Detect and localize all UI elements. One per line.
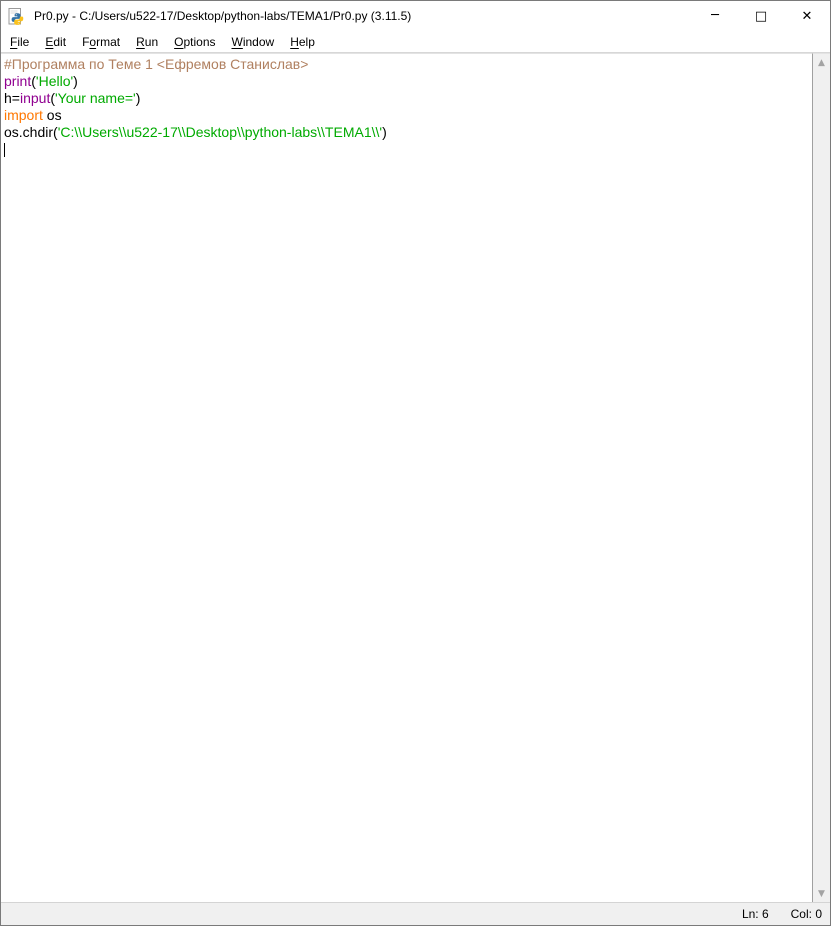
code-token-builtin: print bbox=[4, 73, 31, 89]
code-token-builtin: input bbox=[20, 90, 50, 106]
idle-editor-window: Pr0.py - C:/Users/u522-17/Desktop/python… bbox=[0, 0, 831, 926]
code-line: import os bbox=[4, 107, 812, 124]
vertical-scrollbar[interactable]: ▲ ▼ bbox=[813, 53, 830, 902]
code-token-plain: ) bbox=[73, 73, 78, 89]
code-line: #Программа по Теме 1 <Ефремов Станислав> bbox=[4, 56, 812, 73]
code-token-keyword: import bbox=[4, 107, 43, 123]
code-editor[interactable]: #Программа по Теме 1 <Ефремов Станислав>… bbox=[1, 53, 813, 902]
menu-item-format[interactable]: Format bbox=[74, 32, 128, 52]
menu-item-window[interactable]: Window bbox=[224, 32, 283, 52]
menu-item-help[interactable]: Help bbox=[282, 32, 323, 52]
window-controls: ─ □ ✕ bbox=[692, 1, 830, 31]
code-line bbox=[4, 141, 812, 158]
code-token-plain: h= bbox=[4, 90, 20, 106]
status-line-number: Ln: 6 bbox=[742, 907, 769, 921]
code-line: h=input('Your name=') bbox=[4, 90, 812, 107]
scroll-up-icon[interactable]: ▲ bbox=[813, 54, 830, 71]
menu-bar: FileEditFormatRunOptionsWindowHelp bbox=[1, 31, 830, 53]
scrollbar-track[interactable] bbox=[813, 71, 830, 885]
menu-item-run[interactable]: Run bbox=[128, 32, 166, 52]
title-bar[interactable]: Pr0.py - C:/Users/u522-17/Desktop/python… bbox=[1, 1, 830, 31]
code-token-plain: ) bbox=[382, 124, 387, 140]
code-token-string: 'Hello' bbox=[36, 73, 73, 89]
text-cursor bbox=[4, 143, 5, 157]
maximize-icon: □ bbox=[755, 9, 767, 24]
minimize-button[interactable]: ─ bbox=[692, 1, 738, 31]
status-column-number: Col: 0 bbox=[791, 907, 822, 921]
close-icon: ✕ bbox=[802, 9, 813, 24]
code-token-plain: ) bbox=[136, 90, 141, 106]
menu-item-edit[interactable]: Edit bbox=[37, 32, 74, 52]
window-title: Pr0.py - C:/Users/u522-17/Desktop/python… bbox=[34, 9, 411, 23]
scroll-down-icon[interactable]: ▼ bbox=[813, 885, 830, 902]
code-token-string: 'Your name=' bbox=[55, 90, 136, 106]
code-token-plain: os bbox=[43, 107, 62, 123]
code-token-plain: os.chdir( bbox=[4, 124, 58, 140]
code-line: print('Hello') bbox=[4, 73, 812, 90]
code-line: os.chdir('C:\\Users\\u522-17\\Desktop\\p… bbox=[4, 124, 812, 141]
code-token-comment: #Программа по Теме 1 <Ефремов Станислав> bbox=[4, 56, 308, 72]
menu-item-options[interactable]: Options bbox=[166, 32, 223, 52]
editor-body: #Программа по Теме 1 <Ефремов Станислав>… bbox=[1, 53, 830, 902]
maximize-button[interactable]: □ bbox=[738, 1, 784, 31]
minimize-icon: ─ bbox=[711, 8, 719, 23]
menu-item-file[interactable]: File bbox=[2, 32, 37, 52]
status-bar: Ln: 6 Col: 0 bbox=[1, 902, 830, 925]
close-button[interactable]: ✕ bbox=[784, 1, 830, 31]
code-token-string: 'C:\\Users\\u522-17\\Desktop\\python-lab… bbox=[58, 124, 382, 140]
python-file-icon bbox=[8, 8, 25, 25]
